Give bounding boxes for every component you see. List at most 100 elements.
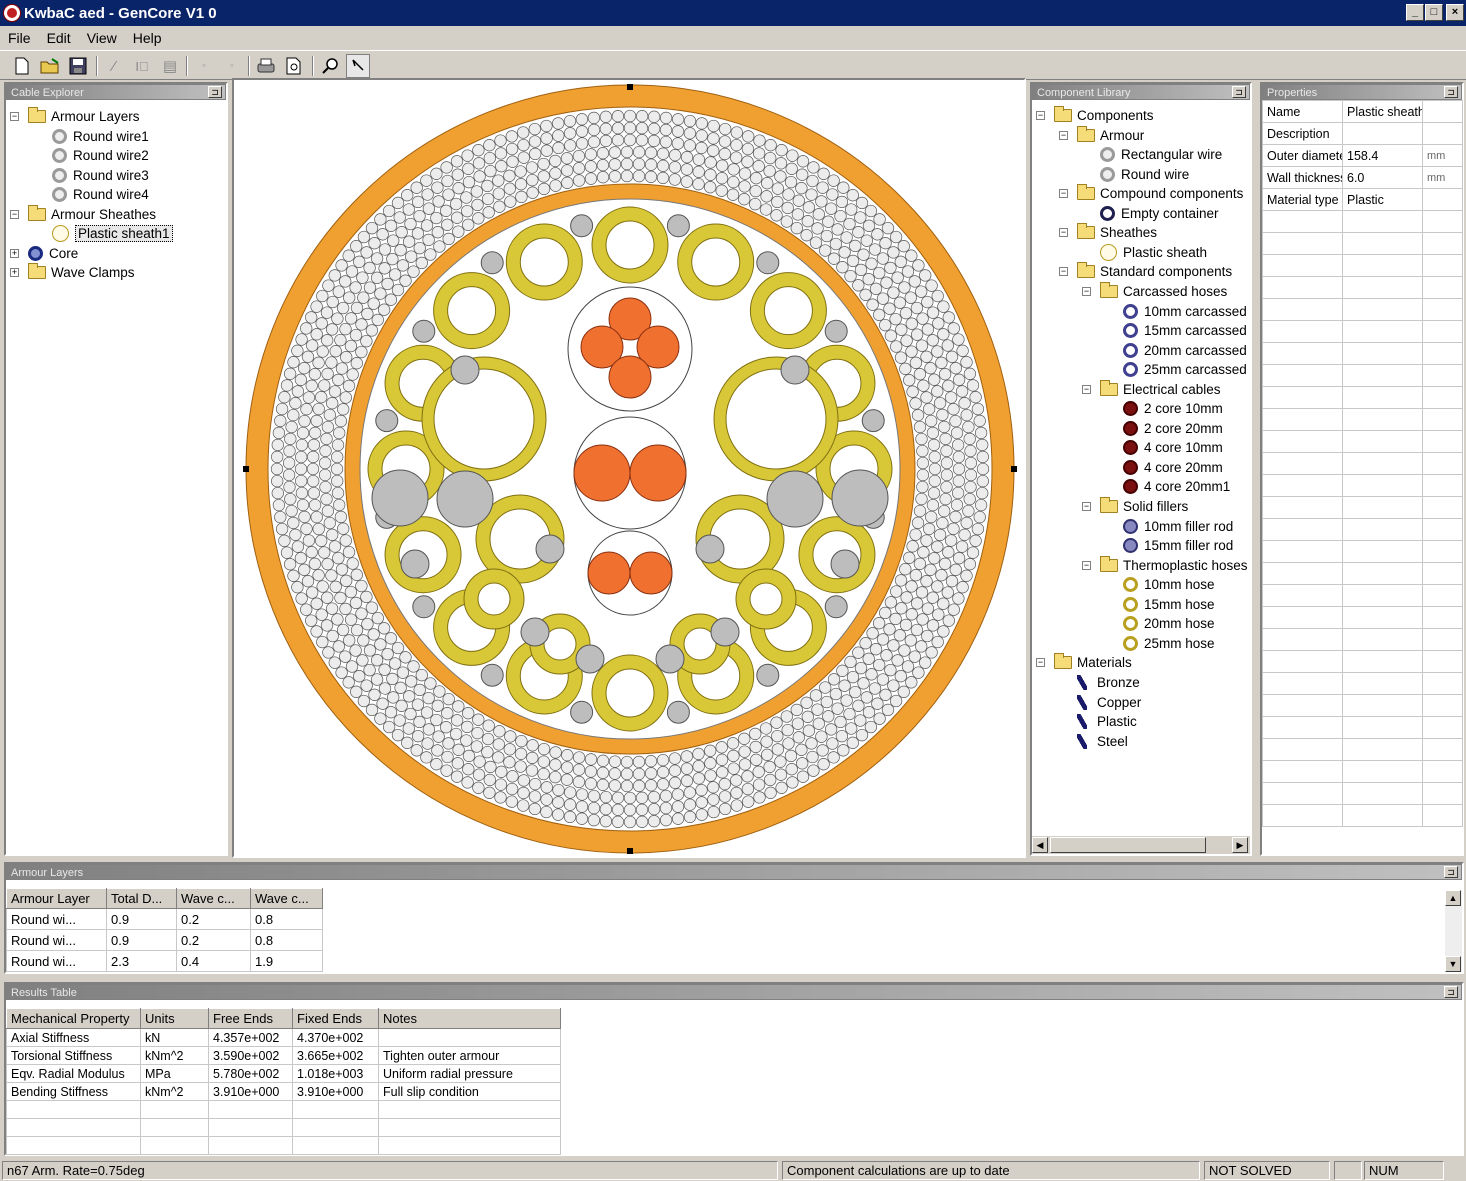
conductor[interactable]	[629, 551, 673, 595]
filler-rod[interactable]	[780, 355, 810, 385]
property-value[interactable]: 6.0	[1342, 166, 1423, 189]
filler-rod[interactable]	[400, 549, 430, 579]
tree-item-10mm-carcassed[interactable]: 10mm carcassed	[1123, 302, 1247, 321]
new-file-icon[interactable]	[10, 54, 34, 78]
pin-icon[interactable]: ⊐	[1444, 986, 1458, 998]
selection-handle[interactable]	[627, 848, 633, 854]
tree-item-plastic-sheath[interactable]: Plastic sheath	[1100, 243, 1207, 262]
tree-item-10mm-hose[interactable]: 10mm hose	[1123, 575, 1215, 594]
property-value[interactable]: Plastic sheath	[1342, 100, 1423, 123]
column-header[interactable]: Units	[140, 1008, 209, 1029]
filler-rod[interactable]	[831, 469, 889, 527]
tree-item-round-wire[interactable]: Round wire	[1100, 165, 1189, 184]
property-value[interactable]: Plastic	[1342, 188, 1423, 211]
tree-expander-icon[interactable]: −	[1082, 560, 1091, 570]
tree-item-components[interactable]: Components	[1054, 106, 1154, 125]
column-header[interactable]: Wave c...	[176, 888, 251, 909]
filler-rod[interactable]	[666, 700, 690, 724]
menu-help[interactable]: Help	[125, 30, 170, 46]
tree-item-25mm-carcassed[interactable]: 25mm carcassed	[1123, 360, 1247, 379]
conductor[interactable]	[608, 355, 652, 399]
print-icon[interactable]	[254, 54, 278, 78]
open-folder-icon[interactable]	[38, 54, 62, 78]
next-icon[interactable]: ◦	[220, 54, 244, 78]
tree-item-armour[interactable]: Armour	[1077, 125, 1144, 145]
line-tool-icon[interactable]: ⁄	[102, 54, 126, 78]
column-header[interactable]: Wave c...	[250, 888, 323, 909]
property-row[interactable]: Name Plastic sheath	[1262, 100, 1463, 123]
filler-rod[interactable]	[520, 617, 550, 647]
scroll-right-icon[interactable]: ▶	[1232, 837, 1248, 853]
property-row[interactable]: Material type Plastic	[1262, 188, 1463, 211]
tree-item-round-wire1[interactable]: Round wire1	[52, 127, 149, 146]
filler-rod[interactable]	[861, 409, 885, 433]
tree-expander-icon[interactable]: −	[1059, 189, 1068, 199]
filler-rod[interactable]	[766, 470, 824, 528]
column-header[interactable]: Mechanical Property	[6, 1008, 141, 1029]
tree-item-20mm-hose[interactable]: 20mm hose	[1123, 614, 1215, 633]
column-header[interactable]: Notes	[378, 1008, 561, 1029]
scroll-left-icon[interactable]: ◀	[1032, 837, 1048, 853]
filler-rod[interactable]	[830, 549, 860, 579]
tree-item-compound-components[interactable]: Compound components	[1077, 184, 1243, 203]
tree-item-4-core-10mm[interactable]: 4 core 10mm	[1123, 438, 1223, 457]
column-header[interactable]: Total D...	[106, 888, 177, 909]
table-row[interactable]: Torsional Stiffness kNm^2 3.590e+002 3.665e…	[6, 1046, 561, 1065]
table-row[interactable]: Axial Stiffness kN 4.357e+002 4.370e+002	[6, 1028, 561, 1047]
tree-item-4-core-20mm1[interactable]: 4 core 20mm1	[1123, 477, 1230, 496]
property-value[interactable]: 158.4	[1342, 144, 1423, 167]
tree-item-2-core-10mm[interactable]: 2 core 10mm	[1123, 399, 1223, 418]
pin-icon[interactable]: ⊐	[1444, 86, 1458, 98]
tree-item-round-wire4[interactable]: Round wire4	[52, 185, 149, 204]
filler-rod[interactable]	[575, 644, 605, 674]
tree-expander-icon[interactable]: −	[1059, 267, 1068, 277]
filler-rod[interactable]	[570, 700, 594, 724]
tree-expander-icon[interactable]: −	[10, 209, 19, 219]
tree-item-plastic[interactable]: Plastic	[1077, 712, 1137, 731]
tree-item-round-wire2[interactable]: Round wire2	[52, 146, 149, 165]
tree-item-materials[interactable]: Materials	[1054, 653, 1132, 672]
tree-item-plastic-sheath1[interactable]: Plastic sheath1	[52, 224, 173, 243]
table-row[interactable]: Round wi... 0.9 0.2 0.8	[6, 908, 323, 930]
tree-expander-icon[interactable]: −	[1036, 658, 1045, 668]
save-icon[interactable]	[66, 54, 90, 78]
selection-handle[interactable]	[627, 84, 633, 90]
scroll-up-icon[interactable]: ▲	[1445, 890, 1461, 906]
vertical-scrollbar[interactable]: ▲ ▼	[1445, 890, 1462, 972]
property-row[interactable]: Outer diameter 158.4 mm	[1262, 144, 1463, 167]
tree-item-4-core-20mm[interactable]: 4 core 20mm	[1123, 458, 1223, 477]
menu-view[interactable]: View	[79, 30, 125, 46]
filler-rod[interactable]	[824, 595, 848, 619]
tree-item-core[interactable]: Core	[28, 244, 78, 263]
tree-item-armour-layers[interactable]: Armour Layers	[28, 107, 140, 126]
filler-rod[interactable]	[371, 469, 429, 527]
tree-expander-icon[interactable]: +	[10, 268, 19, 277]
zoom-icon[interactable]	[318, 54, 342, 78]
tree-item-copper[interactable]: Copper	[1077, 693, 1141, 712]
tree-expander-icon[interactable]: −	[1082, 286, 1091, 296]
tree-expander-icon[interactable]: −	[1082, 502, 1091, 511]
tree-expander-icon[interactable]: −	[1059, 228, 1068, 238]
tree-item-thermoplastic-hoses[interactable]: Thermoplastic hoses	[1100, 555, 1248, 575]
maximize-button[interactable]: □	[1425, 4, 1443, 21]
tree-item-empty-container[interactable]: Empty container	[1100, 204, 1219, 223]
pointer-icon[interactable]	[346, 54, 370, 78]
table-row[interactable]: Round wi... 2.3 0.4 1.9	[6, 950, 323, 972]
filler-rod[interactable]	[480, 251, 504, 275]
text-tool-icon[interactable]: I⃞	[130, 54, 154, 78]
tree-item-solid-fillers[interactable]: Solid fillers	[1100, 497, 1188, 516]
selection-handle[interactable]	[1011, 466, 1017, 472]
pin-icon[interactable]: ⊐	[1444, 866, 1458, 878]
tree-item-electrical-cables[interactable]: Electrical cables	[1100, 379, 1221, 399]
column-header[interactable]: Fixed Ends	[292, 1008, 379, 1029]
filler-rod[interactable]	[450, 355, 480, 385]
pin-icon[interactable]: ⊐	[1232, 86, 1246, 98]
table-row[interactable]: Bending Stiffness kNm^2 3.910e+000 3.910e+0…	[6, 1082, 561, 1101]
filler-rod[interactable]	[412, 595, 436, 619]
tree-item-carcassed-hoses[interactable]: Carcassed hoses	[1100, 281, 1227, 301]
filler-rod[interactable]	[535, 534, 565, 564]
tree-item-steel[interactable]: Steel	[1077, 732, 1128, 751]
horizontal-scrollbar[interactable]: ◀ ▶	[1032, 836, 1250, 854]
tree-item-15mm-hose[interactable]: 15mm hose	[1123, 595, 1215, 614]
tree-item-armour-sheathes[interactable]: Armour Sheathes	[28, 204, 156, 224]
